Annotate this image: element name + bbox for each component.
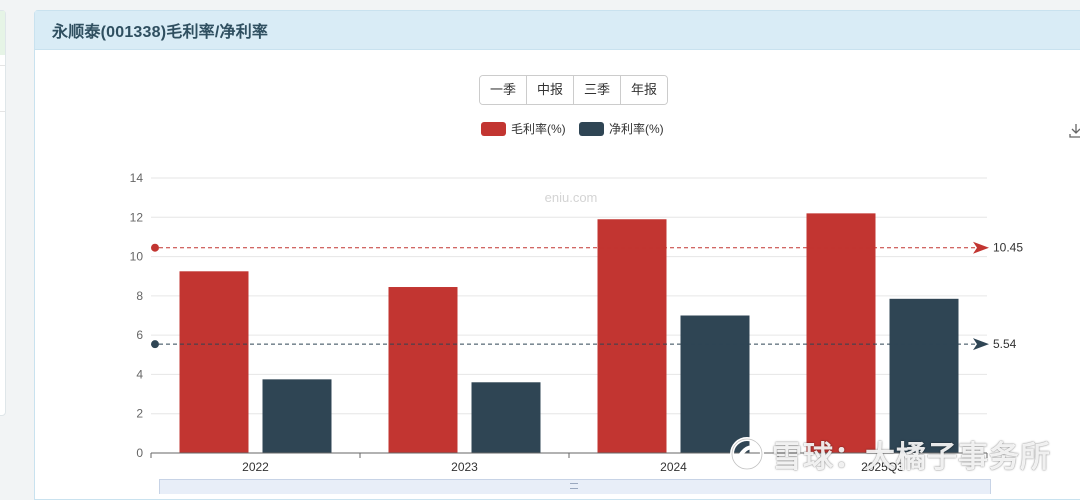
y-tick-label: 2 xyxy=(136,407,143,421)
site-watermark: eniu.com xyxy=(545,190,598,205)
y-tick-label: 6 xyxy=(136,328,143,342)
y-tick-label: 8 xyxy=(136,289,143,303)
net-margin-bar xyxy=(262,379,332,453)
mark-line-arrow xyxy=(973,241,989,254)
net-margin-bar xyxy=(889,298,959,453)
y-tick-label: 12 xyxy=(130,210,144,224)
legend: 毛利率(%) 净利率(%) xyxy=(481,121,664,136)
legend-swatch-net xyxy=(579,122,604,136)
data-zoom-slider[interactable] xyxy=(159,479,991,494)
y-tick-label: 14 xyxy=(130,171,144,185)
brand-watermark: 雪球：大橘子事务所 xyxy=(728,432,1051,476)
legend-label-gross: 毛利率(%) xyxy=(511,121,566,136)
gross-margin-bar xyxy=(597,219,667,453)
x-tick-label: 2023 xyxy=(451,460,478,474)
mark-line-start-dot xyxy=(151,243,159,252)
left-panel-divider xyxy=(0,65,5,66)
legend-label-net: 净利率(%) xyxy=(609,121,664,136)
left-panel-header xyxy=(0,11,5,55)
y-tick-label: 0 xyxy=(136,446,143,460)
y-tick-label: 10 xyxy=(130,250,144,264)
legend-swatch-gross xyxy=(481,122,506,136)
mark-line-arrow xyxy=(973,338,989,351)
mark-line-label: 10.45 xyxy=(993,241,1023,255)
gross-margin-bar xyxy=(806,213,876,453)
left-side-panel xyxy=(0,10,6,416)
y-tick-label: 4 xyxy=(136,367,143,381)
gross-margin-bar xyxy=(179,271,249,453)
brand-watermark-text: 雪球：大橘子事务所 xyxy=(772,441,1051,474)
slider-grip[interactable] xyxy=(570,483,578,489)
net-margin-bar xyxy=(471,382,541,453)
x-tick-label: 2024 xyxy=(660,460,687,474)
mark-line-label: 5.54 xyxy=(993,337,1017,351)
bars-layer xyxy=(179,213,959,453)
chart-canvas: eniu.com 毛利率(%) 净利率(%) 10.45 5.54 0 2 4 6 8 10 1… xyxy=(130,121,1024,474)
x-tick-label: 2022 xyxy=(242,460,269,474)
left-panel-divider xyxy=(0,111,5,112)
gross-margin-bar xyxy=(388,287,458,453)
mark-line-start-dot xyxy=(151,340,159,349)
chart-panel: 永顺泰(001338)毛利率/净利率 一季 中报 三季 年报 eniu.com … xyxy=(34,10,1080,500)
snowball-logo-icon xyxy=(730,437,764,471)
